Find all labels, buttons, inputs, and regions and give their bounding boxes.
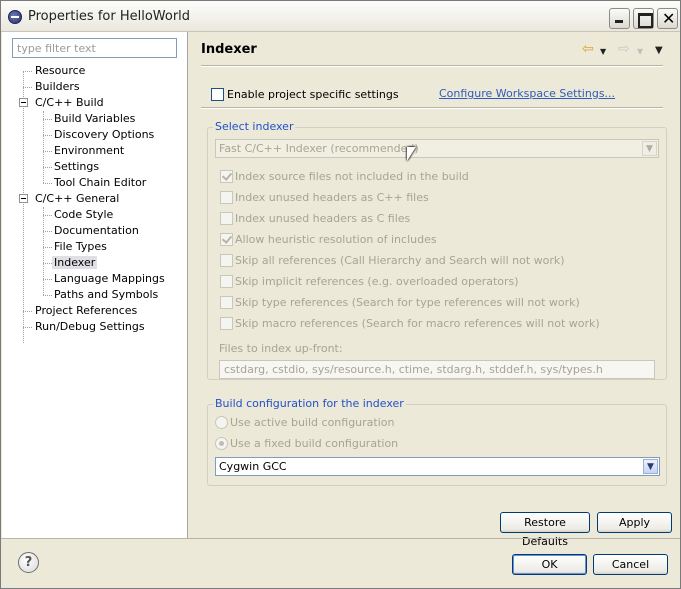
skip-implicit-references-label: Skip implicit references (e.g. overloade… [235, 275, 519, 288]
files-to-index-field[interactable]: cstdarg, cstdio, sys/resource.h, ctime, … [219, 360, 655, 379]
ok-button[interactable]: OK [512, 554, 587, 575]
heuristic-includes-label: Allow heuristic resolution of includes [235, 233, 437, 246]
select-indexer-title: Select indexer [213, 120, 296, 133]
tree-guide-line [43, 279, 52, 280]
tree-item-discovery-options[interactable]: Discovery Options [54, 127, 154, 143]
tree-guide-line [23, 87, 32, 88]
chevron-down-icon[interactable]: ▼ [642, 141, 657, 156]
tree-item-cpp-general[interactable]: C/C++ General [35, 191, 119, 207]
close-icon: ✕ [662, 9, 676, 28]
use-active-config-label: Use active build configuration [230, 416, 395, 429]
page-title: Indexer [201, 42, 257, 57]
tree-item-build-variables[interactable]: Build Variables [54, 111, 135, 127]
tree-guide-line [23, 311, 32, 312]
skip-all-references-label: Skip all references (Call Hierarchy and … [235, 254, 565, 267]
skip-type-references-label: Skip type references (Search for type re… [235, 296, 580, 309]
tree-guide-line [43, 111, 44, 183]
cancel-button[interactable]: Cancel [593, 554, 668, 575]
tree-guide-line [43, 295, 52, 296]
mouse-cursor-icon [407, 147, 416, 161]
window-title: Properties for HelloWorld [28, 9, 191, 24]
build-config-combo[interactable]: Cygwin GCC ▼ [215, 457, 660, 476]
configure-workspace-link[interactable]: Configure Workspace Settings... [439, 87, 615, 100]
dialog-button-bar: ? OK Cancel [1, 538, 680, 588]
tree-guide-line [43, 231, 52, 232]
tree-item-run-debug-settings[interactable]: Run/Debug Settings [35, 319, 145, 335]
use-fixed-config-label: Use a fixed build configuration [230, 437, 399, 450]
tree-item-environment[interactable]: Environment [54, 143, 124, 159]
tree-guide-line [43, 263, 52, 264]
index-source-files-label: Index source files not included in the b… [235, 170, 469, 183]
indexer-combo[interactable]: Fast C/C++ Indexer (recommended) ▼ [215, 139, 659, 158]
tree-item-tool-chain-editor[interactable]: Tool Chain Editor [54, 175, 146, 191]
eclipse-icon [8, 10, 22, 24]
title-divider [201, 65, 663, 67]
minimize-button[interactable] [609, 8, 630, 29]
index-unused-c-label: Index unused headers as C files [235, 212, 411, 225]
tree-item-paths-and-symbols[interactable]: Paths and Symbols [54, 287, 158, 303]
collapse-icon[interactable] [19, 194, 28, 203]
forward-dropdown-icon[interactable]: ▼ [637, 45, 643, 59]
skip-type-references-checkbox[interactable] [220, 296, 233, 309]
enable-project-settings-label: Enable project specific settings [227, 88, 399, 101]
skip-all-references-checkbox[interactable] [220, 254, 233, 267]
tree-item-language-mappings[interactable]: Language Mappings [54, 271, 165, 287]
tree-item-builders[interactable]: Builders [35, 79, 80, 95]
tree-guide-line [23, 327, 32, 328]
tree-guide-line [43, 207, 44, 295]
enable-project-settings-checkbox[interactable] [211, 88, 224, 101]
section-divider [201, 107, 663, 109]
tree-item-resource[interactable]: Resource [35, 63, 85, 79]
back-dropdown-icon[interactable]: ▼ [600, 45, 606, 59]
apply-button[interactable]: Apply [597, 512, 672, 533]
heuristic-includes-checkbox[interactable] [220, 233, 233, 246]
forward-arrow-icon[interactable]: ⇨ [618, 42, 630, 56]
index-unused-cpp-checkbox[interactable] [220, 191, 233, 204]
tree-item-code-style[interactable]: Code Style [54, 207, 113, 223]
back-arrow-icon[interactable]: ⇦ [582, 42, 594, 56]
collapse-icon[interactable] [19, 98, 28, 107]
tree-item-project-references[interactable]: Project References [35, 303, 137, 319]
skip-implicit-references-checkbox[interactable] [220, 275, 233, 288]
tree-item-cpp-build[interactable]: C/C++ Build [35, 95, 104, 111]
index-unused-cpp-label: Index unused headers as C++ files [235, 191, 429, 204]
build-config-title: Build configuration for the indexer [213, 397, 406, 410]
tree-item-file-types[interactable]: File Types [54, 239, 107, 255]
tree-guide-line [43, 135, 52, 136]
indexer-combo-value: Fast C/C++ Indexer (recommended) [219, 142, 419, 155]
tree-guide-line [23, 71, 24, 343]
help-icon[interactable]: ? [18, 552, 39, 573]
indexer-page: Indexer ⇦ ▼ ⇨ ▼ ▼ Enable project specifi… [189, 32, 680, 548]
properties-dialog: Properties for HelloWorld ✕ Resource Bui… [0, 0, 681, 589]
title-bar[interactable]: Properties for HelloWorld ✕ [1, 1, 680, 32]
use-fixed-config-radio[interactable] [215, 437, 228, 450]
tree-guide-line [43, 151, 52, 152]
view-menu-icon[interactable]: ▼ [655, 44, 663, 58]
close-button[interactable]: ✕ [657, 8, 678, 29]
tree-guide-line [43, 119, 52, 120]
tree-guide-line [43, 247, 52, 248]
tree-item-settings[interactable]: Settings [54, 159, 99, 175]
tree-item-indexer[interactable]: Indexer [52, 255, 98, 271]
tree-guide-line [43, 215, 52, 216]
chevron-down-icon[interactable]: ▼ [643, 459, 658, 474]
tree-guide-line [43, 167, 52, 168]
skip-macro-references-checkbox[interactable] [220, 317, 233, 330]
build-config-combo-value: Cygwin GCC [219, 460, 287, 473]
index-source-files-checkbox[interactable] [220, 170, 233, 183]
filter-input[interactable] [12, 38, 177, 58]
files-to-index-label: Files to index up-front: [219, 342, 343, 355]
restore-defaults-button[interactable]: Restore Defaults [500, 512, 590, 548]
property-pages-tree: Resource Builders C/C++ Build Build Vari… [2, 32, 188, 538]
maximize-button[interactable] [633, 8, 654, 29]
use-active-config-radio[interactable] [215, 416, 228, 429]
skip-macro-references-label: Skip macro references (Search for macro … [235, 317, 600, 330]
tree-guide-line [23, 71, 32, 72]
tree-guide-line [43, 183, 52, 184]
index-unused-c-checkbox[interactable] [220, 212, 233, 225]
tree-item-documentation[interactable]: Documentation [54, 223, 139, 239]
